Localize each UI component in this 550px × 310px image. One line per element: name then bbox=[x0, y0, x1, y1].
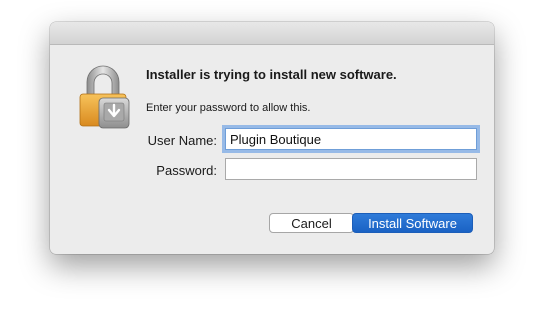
install-software-button[interactable]: Install Software bbox=[352, 213, 473, 233]
username-label: User Name: bbox=[147, 133, 217, 148]
cancel-button[interactable]: Cancel bbox=[269, 213, 354, 233]
dialog-titlebar[interactable] bbox=[50, 22, 494, 45]
dialog-heading: Installer is trying to install new softw… bbox=[146, 67, 397, 82]
dialog-subtext: Enter your password to allow this. bbox=[146, 102, 311, 114]
username-input[interactable] bbox=[225, 128, 477, 150]
auth-dialog: Installer is trying to install new softw… bbox=[50, 22, 494, 254]
password-label: Password: bbox=[156, 163, 217, 178]
password-input[interactable] bbox=[225, 158, 477, 180]
lock-icon bbox=[77, 62, 133, 132]
